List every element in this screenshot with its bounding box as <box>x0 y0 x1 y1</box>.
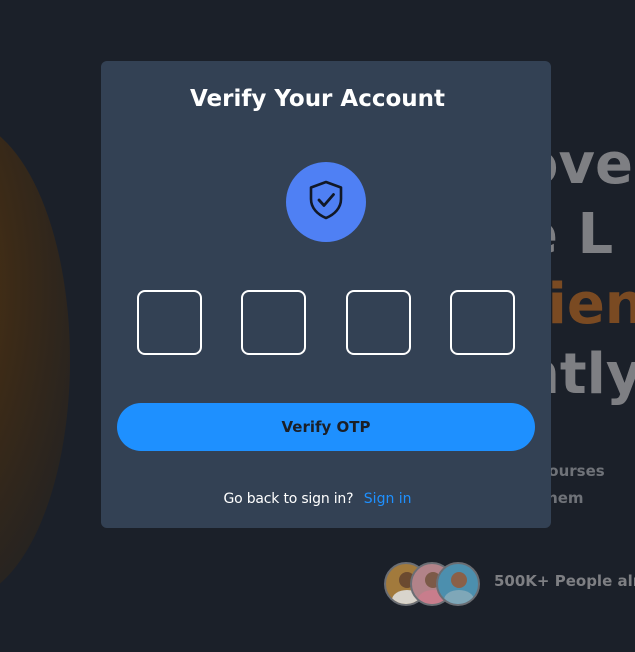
avatar <box>436 562 480 606</box>
otp-digit-4-input[interactable] <box>450 290 515 355</box>
verify-otp-button[interactable]: Verify OTP <box>117 403 535 451</box>
back-to-signin-prompt: Go back to sign in? <box>223 491 354 507</box>
sign-in-link[interactable]: Sign in <box>364 491 412 507</box>
avatar-group <box>384 562 480 606</box>
shield-badge <box>286 162 366 242</box>
hero-image-blob <box>0 120 70 600</box>
otp-digit-3-input[interactable] <box>346 290 411 355</box>
otp-digit-2-input[interactable] <box>241 290 306 355</box>
people-count-text: 500K+ People alr <box>494 572 635 590</box>
page: ove e L rien ntly e courses n them 500K+… <box>0 0 635 652</box>
otp-digit-1-input[interactable] <box>137 290 202 355</box>
modal-title: Verify Your Account <box>189 86 446 112</box>
back-to-signin-row: Go back to sign in? Sign in <box>0 491 635 507</box>
shield-check-icon <box>305 179 347 225</box>
